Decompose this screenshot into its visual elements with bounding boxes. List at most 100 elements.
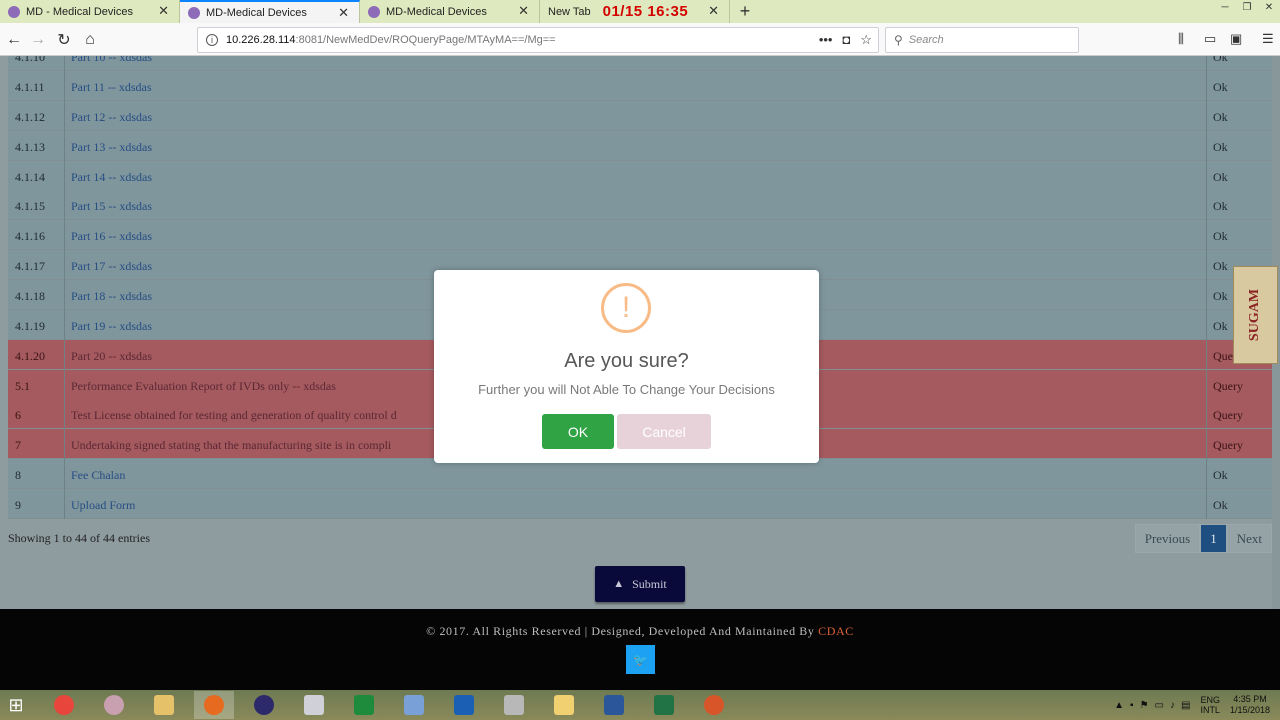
pocket-icon[interactable]: ◘ [842, 32, 850, 48]
site-favicon-icon [188, 6, 200, 19]
app-icon[interactable] [444, 691, 484, 719]
row-status: Query [1213, 438, 1243, 453]
close-tab-icon[interactable]: ✕ [158, 3, 169, 19]
row-number: 6 [15, 408, 21, 423]
cancel-button[interactable]: Cancel [617, 414, 711, 449]
row-status: Query [1213, 408, 1243, 423]
row-document-link[interactable]: Part 18 -- xdsdas [71, 289, 152, 304]
input-language[interactable]: ENG INTL [1200, 695, 1220, 715]
printer-icon[interactable] [494, 691, 534, 719]
copyright-text: © 2017. All Rights Reserved | Designed, … [0, 624, 1280, 639]
tab-label: MD - Medical Devices [26, 5, 133, 18]
close-tab-icon[interactable]: ✕ [708, 3, 719, 19]
table-row: 4.1.12 Part 12 -- xdsdas Ok [8, 100, 1272, 131]
row-document-link[interactable]: Part 13 -- xdsdas [71, 140, 152, 155]
forward-arrow-icon[interactable]: → [27, 29, 49, 51]
row-document-link[interactable]: Undertaking signed stating that the manu… [71, 438, 391, 453]
cdac-link[interactable]: CDAC [818, 624, 854, 638]
copyright-label: © 2017. All Rights Reserved | Designed, … [426, 624, 819, 638]
browser-tab-bar: MD - Medical Devices ✕ MD-Medical Device… [0, 0, 1280, 23]
network-tray-icon[interactable]: ▤ [1181, 700, 1190, 711]
clock[interactable]: 4:35 PM 1/15/2018 [1230, 694, 1270, 716]
row-number: 4.1.17 [15, 259, 45, 274]
row-number: 4.1.11 [15, 80, 45, 94]
network-icon[interactable] [394, 691, 434, 719]
minimize-icon[interactable]: ─ [1214, 0, 1236, 14]
user-app-icon[interactable] [94, 691, 134, 719]
menu-icon[interactable]: ☰ [1262, 31, 1274, 47]
folder-icon[interactable] [544, 691, 584, 719]
row-document-link[interactable]: Part 17 -- xdsdas [71, 259, 152, 274]
row-document-link[interactable]: Part 12 -- xdsdas [71, 110, 152, 125]
eclipse-icon[interactable] [244, 691, 284, 719]
close-window-icon[interactable]: ✕ [1258, 0, 1280, 14]
search-icon: ⚲ [894, 33, 903, 47]
tray-chevron-icon[interactable]: ▲ [1114, 700, 1124, 711]
reload-icon[interactable]: ↻ [53, 29, 75, 51]
media-player-icon[interactable] [694, 691, 734, 719]
search-placeholder: Search [908, 34, 944, 46]
table-row: 4.1.15 Part 15 -- xdsdas Ok [8, 190, 1272, 221]
sugam-logo[interactable]: SUGAM [1233, 266, 1278, 364]
table-row: 9 Upload Form Ok [8, 488, 1272, 519]
spreadsheet-icon[interactable] [344, 691, 384, 719]
library-icon[interactable]: ⫼ [1178, 31, 1184, 47]
back-arrow-icon[interactable]: ← [3, 29, 25, 51]
row-number: 7 [15, 438, 21, 453]
url-bar[interactable]: i 10.226.28.114 :8081/NewMedDev/ROQueryP… [197, 27, 879, 53]
close-tab-icon[interactable]: ✕ [338, 5, 349, 21]
row-document-link[interactable]: Test License obtained for testing and ge… [71, 408, 397, 423]
previous-page-button[interactable]: Previous [1134, 524, 1201, 553]
table-row: 4.1.13 Part 13 -- xdsdas Ok [8, 130, 1272, 161]
monitor-icon[interactable]: ▭ [1155, 700, 1164, 711]
row-status: Ok [1213, 468, 1228, 483]
row-document-link[interactable]: Part 10 -- xdsdas [71, 56, 152, 65]
calculator-icon[interactable] [294, 691, 334, 719]
home-icon[interactable]: ⌂ [79, 29, 101, 51]
row-document-link[interactable]: Part 14 -- xdsdas [71, 170, 152, 185]
search-input[interactable]: ⚲ Search [885, 27, 1079, 53]
row-status: Query [1213, 378, 1243, 393]
row-document-link[interactable]: Part 16 -- xdsdas [71, 229, 152, 244]
row-document-link[interactable]: Performance Evaluation Report of IVDs on… [71, 379, 336, 394]
row-document-link[interactable]: Part 19 -- xdsdas [71, 319, 152, 334]
close-tab-icon[interactable]: ✕ [518, 3, 529, 19]
page-1-button[interactable]: 1 [1200, 524, 1227, 553]
recording-clock: 01/15 16:35 [602, 3, 689, 20]
firefox-icon[interactable] [194, 691, 234, 719]
row-document-link[interactable]: Part 20 -- xdsdas [71, 349, 152, 364]
row-document-link[interactable]: Upload Form [71, 498, 135, 513]
flag-icon[interactable]: ⚑ [1140, 700, 1149, 711]
tab-md-medical-devices-2[interactable]: MD-Medical Devices ✕ [180, 0, 360, 23]
tab-label: MD-Medical Devices [386, 5, 487, 18]
sidebar-icon[interactable]: ▭ [1204, 31, 1216, 47]
row-status: Ok [1213, 169, 1228, 184]
tab-md-medical-devices-3[interactable]: MD-Medical Devices ✕ [360, 0, 540, 23]
chrome-icon[interactable] [44, 691, 84, 719]
page-actions-icon[interactable]: ••• [819, 32, 833, 48]
tray-app-icon[interactable]: ▪ [1130, 700, 1134, 711]
word-icon[interactable] [594, 691, 634, 719]
row-document-link[interactable]: Part 11 -- xdsdas [71, 80, 152, 95]
excel-icon[interactable] [644, 691, 684, 719]
row-document-link[interactable]: Part 15 -- xdsdas [71, 199, 152, 214]
site-info-icon[interactable]: i [206, 34, 218, 46]
new-tab-button[interactable]: + [730, 0, 760, 23]
site-favicon-icon [368, 5, 380, 18]
submit-button[interactable]: ▲ Submit [595, 566, 685, 602]
tab-md-medical-devices-1[interactable]: MD - Medical Devices ✕ [0, 0, 180, 23]
twitter-icon[interactable]: 🐦 [626, 645, 655, 674]
next-page-button[interactable]: Next [1226, 524, 1272, 553]
table-row: 8 Fee Chalan Ok [8, 459, 1272, 490]
ok-button[interactable]: OK [542, 414, 614, 449]
maximize-icon[interactable]: ❐ [1236, 0, 1258, 14]
file-explorer-icon[interactable] [144, 691, 184, 719]
volume-icon[interactable]: ♪ [1170, 700, 1175, 711]
tab-new-tab[interactable]: New Tab 01/15 16:35 ✕ [540, 0, 730, 23]
screenshot-icon[interactable]: ▣ [1230, 31, 1242, 47]
row-status: Ok [1213, 56, 1228, 64]
windows-start-icon[interactable]: ⊞ [0, 691, 32, 719]
row-document-link[interactable]: Fee Chalan [71, 468, 125, 483]
bookmark-star-icon[interactable]: ☆ [860, 32, 872, 48]
submit-label: Submit [632, 576, 667, 591]
